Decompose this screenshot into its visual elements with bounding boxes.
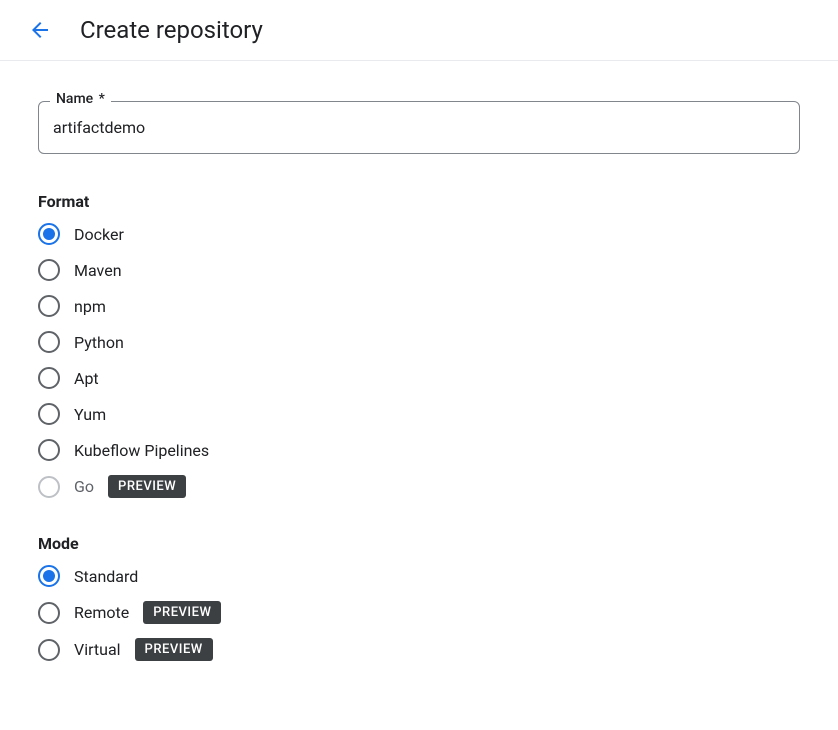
back-arrow-icon[interactable] bbox=[28, 18, 52, 42]
radio-label: Virtual bbox=[74, 640, 121, 659]
name-input[interactable] bbox=[38, 101, 800, 154]
radio-label: Kubeflow Pipelines bbox=[74, 441, 209, 460]
format-radio-npm[interactable]: npm bbox=[38, 295, 800, 317]
radio-circle-icon bbox=[38, 223, 60, 245]
radio-circle-icon bbox=[38, 403, 60, 425]
name-label-text: Name bbox=[56, 91, 93, 107]
radio-circle-icon bbox=[38, 639, 60, 661]
format-radio-group: Docker Maven npm Python Apt Yum Kubeflow Pipel… bbox=[38, 223, 800, 498]
radio-circle-icon bbox=[38, 295, 60, 317]
page-title: Create repository bbox=[80, 16, 263, 44]
format-radio-kubeflow-pipelines[interactable]: Kubeflow Pipelines bbox=[38, 439, 800, 461]
format-section-label: Format bbox=[38, 192, 800, 211]
mode-radio-remote[interactable]: Remote PREVIEW bbox=[38, 601, 800, 624]
radio-circle-icon bbox=[38, 367, 60, 389]
radio-circle-icon bbox=[38, 331, 60, 353]
preview-badge: PREVIEW bbox=[143, 601, 221, 624]
preview-badge: PREVIEW bbox=[108, 475, 186, 498]
format-radio-go: Go PREVIEW bbox=[38, 475, 800, 498]
form-content: Name * Format Docker Maven npm Python Apt Yum… bbox=[0, 61, 838, 727]
mode-section-label: Mode bbox=[38, 534, 800, 553]
page-header: Create repository bbox=[0, 0, 838, 61]
mode-radio-group: Standard Remote PREVIEW Virtual PREVIEW bbox=[38, 565, 800, 661]
radio-circle-icon bbox=[38, 565, 60, 587]
radio-label: Remote bbox=[74, 603, 129, 622]
radio-label: Go bbox=[74, 477, 94, 496]
radio-label: Docker bbox=[74, 225, 124, 244]
name-field-wrapper: Name * bbox=[38, 101, 800, 154]
format-radio-apt[interactable]: Apt bbox=[38, 367, 800, 389]
radio-circle-icon bbox=[38, 602, 60, 624]
preview-badge: PREVIEW bbox=[135, 638, 213, 661]
mode-radio-virtual[interactable]: Virtual PREVIEW bbox=[38, 638, 800, 661]
radio-label: Python bbox=[74, 333, 124, 352]
format-radio-yum[interactable]: Yum bbox=[38, 403, 800, 425]
radio-label: Maven bbox=[74, 261, 122, 280]
format-radio-docker[interactable]: Docker bbox=[38, 223, 800, 245]
mode-radio-standard[interactable]: Standard bbox=[38, 565, 800, 587]
radio-label: Yum bbox=[74, 405, 106, 424]
radio-circle-icon bbox=[38, 259, 60, 281]
radio-circle-icon bbox=[38, 439, 60, 461]
radio-circle-icon bbox=[38, 476, 60, 498]
radio-label: npm bbox=[74, 297, 106, 316]
radio-label: Apt bbox=[74, 369, 99, 388]
name-field-label: Name * bbox=[50, 91, 111, 107]
required-indicator: * bbox=[99, 91, 105, 107]
format-radio-python[interactable]: Python bbox=[38, 331, 800, 353]
radio-label: Standard bbox=[74, 567, 138, 586]
format-radio-maven[interactable]: Maven bbox=[38, 259, 800, 281]
